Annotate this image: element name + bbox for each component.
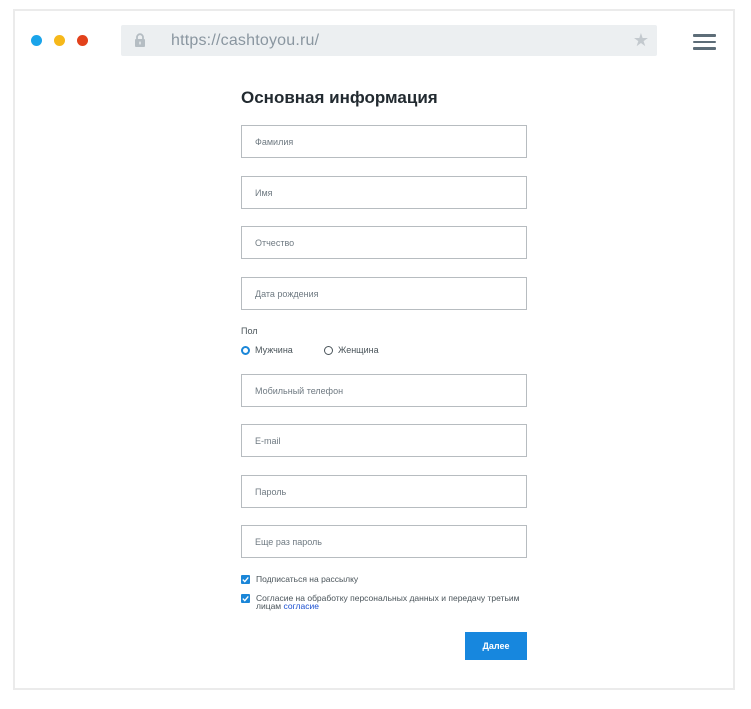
newsletter-label: Подписаться на рассылку bbox=[256, 574, 359, 584]
birth-date-field[interactable] bbox=[241, 277, 527, 310]
radio-unselected-icon[interactable] bbox=[324, 345, 333, 355]
check-icon bbox=[242, 576, 249, 583]
consent-text: Согласие на обработку персональных данны… bbox=[256, 594, 526, 611]
star-icon[interactable]: ★ bbox=[633, 30, 649, 50]
gender-male-label: Мужчина bbox=[255, 345, 293, 355]
lock-icon bbox=[134, 33, 146, 48]
phone-input[interactable] bbox=[242, 375, 526, 406]
newsletter-checkbox-row[interactable]: Подписаться на рассылку bbox=[241, 575, 526, 584]
birth-date-input[interactable] bbox=[242, 278, 526, 309]
gender-label: Пол bbox=[241, 326, 258, 336]
first-name-input[interactable] bbox=[242, 177, 526, 208]
email-input[interactable] bbox=[242, 425, 526, 456]
window-control-dot[interactable] bbox=[31, 35, 42, 46]
last-name-input[interactable] bbox=[242, 126, 526, 157]
consent-link[interactable]: согласие bbox=[284, 601, 319, 611]
password-repeat-input[interactable] bbox=[242, 526, 526, 557]
gender-female-label: Женщина bbox=[338, 345, 379, 355]
password-input[interactable] bbox=[242, 476, 526, 507]
middle-name-field[interactable] bbox=[241, 226, 527, 259]
gender-female-radio[interactable]: Женщина bbox=[324, 345, 379, 355]
page-title: Основная информация bbox=[241, 88, 438, 107]
check-icon bbox=[242, 595, 249, 602]
email-field[interactable] bbox=[241, 424, 527, 457]
hamburger-menu-icon[interactable] bbox=[693, 34, 716, 50]
last-name-field[interactable] bbox=[241, 125, 527, 158]
consent-checkbox-row[interactable]: Согласие на обработку персональных данны… bbox=[241, 594, 526, 610]
url-text[interactable]: https://cashtoyou.ru/ bbox=[171, 32, 319, 50]
password-field[interactable] bbox=[241, 475, 527, 508]
first-name-field[interactable] bbox=[241, 176, 527, 209]
consent-checkbox[interactable] bbox=[241, 594, 250, 603]
phone-field[interactable] bbox=[241, 374, 527, 407]
radio-selected-icon[interactable] bbox=[241, 345, 250, 355]
middle-name-input[interactable] bbox=[242, 227, 526, 258]
window-control-dot[interactable] bbox=[77, 35, 88, 46]
password-repeat-field[interactable] bbox=[241, 525, 527, 558]
window-control-dot[interactable] bbox=[54, 35, 65, 46]
address-bar[interactable]: https://cashtoyou.ru/ ★ bbox=[121, 25, 657, 56]
newsletter-checkbox[interactable] bbox=[241, 575, 250, 584]
gender-male-radio[interactable]: Мужчина bbox=[241, 345, 293, 355]
next-button[interactable]: Далее bbox=[465, 632, 527, 660]
